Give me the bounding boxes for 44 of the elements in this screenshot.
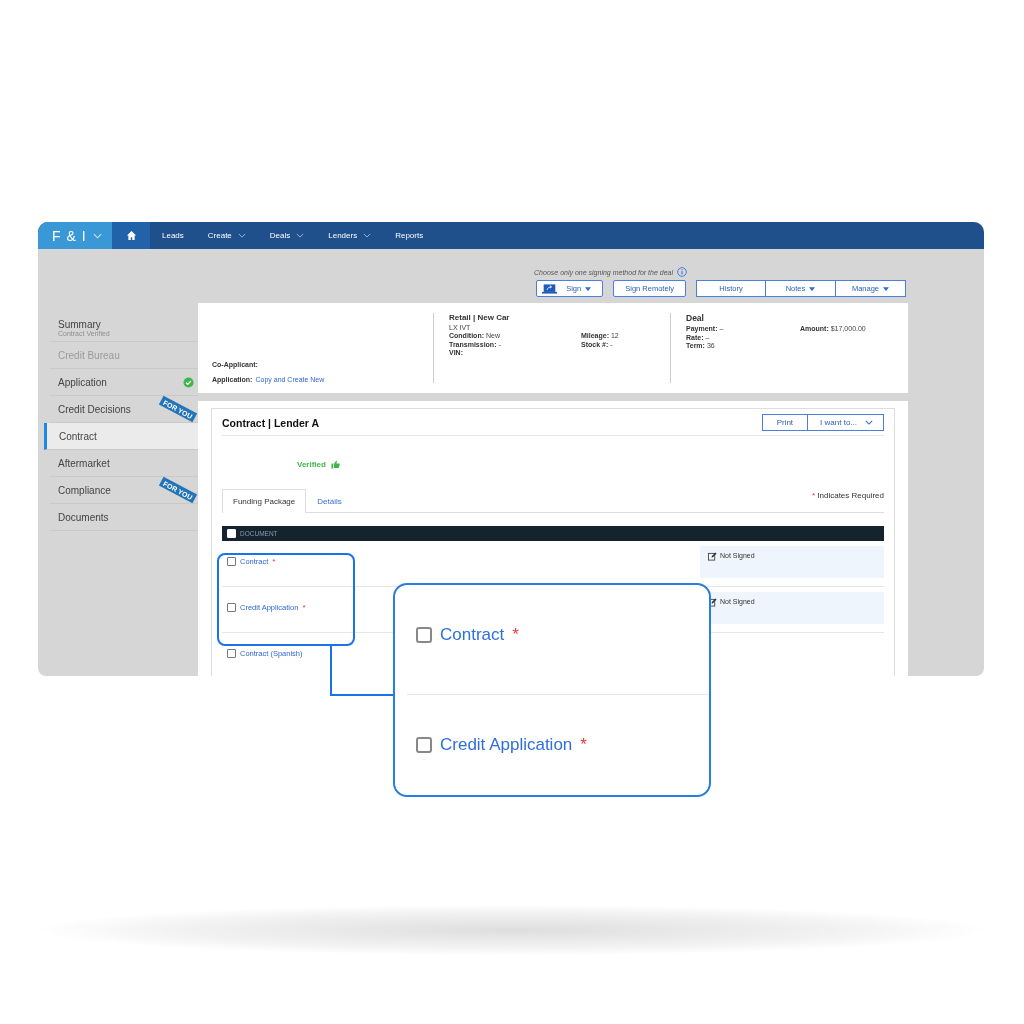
required-note: * Indicates Required xyxy=(811,491,884,502)
sidebar-item[interactable]: Contract xyxy=(44,423,198,450)
chevron-icon xyxy=(296,233,305,238)
caret-icon xyxy=(585,286,592,291)
chevron-icon xyxy=(237,233,246,238)
laptop-icon xyxy=(542,283,558,294)
required-mark: * xyxy=(302,602,306,612)
home-icon xyxy=(125,230,137,241)
thumbs-up-icon xyxy=(330,460,340,469)
check-circle-icon xyxy=(183,376,194,388)
document-link[interactable]: Credit Application xyxy=(440,734,573,755)
checkbox[interactable] xyxy=(416,627,432,644)
checkbox[interactable] xyxy=(416,736,432,753)
tab[interactable]: Details xyxy=(306,489,353,513)
row-checkbox[interactable] xyxy=(227,648,236,658)
tab[interactable]: Funding Package xyxy=(222,489,307,513)
verified-status: Verified xyxy=(297,460,326,469)
nav-menu-item[interactable]: Create xyxy=(195,222,258,249)
print-button[interactable]: Print xyxy=(761,414,809,431)
sidebar-item[interactable]: Application xyxy=(50,369,198,396)
document-link[interactable]: Contract xyxy=(440,625,505,646)
required-mark: * xyxy=(272,556,276,566)
required-mark: * xyxy=(580,734,587,755)
row-checkbox[interactable] xyxy=(227,556,236,566)
edit-icon xyxy=(708,552,717,561)
chevron-icon xyxy=(92,232,102,239)
nav-menu-item[interactable]: Leads xyxy=(150,222,196,249)
chevron-icon xyxy=(363,233,372,238)
nav-menu-item[interactable]: Lenders xyxy=(316,222,384,249)
caret-icon xyxy=(883,286,890,291)
info-icon xyxy=(677,267,687,277)
actions-dropdown[interactable]: I want to... xyxy=(808,414,884,431)
select-all-checkbox[interactable] xyxy=(227,529,236,538)
leader-line xyxy=(330,644,396,696)
row-checkbox[interactable] xyxy=(227,602,236,612)
chevron-icon xyxy=(865,420,873,425)
nav-menu-item[interactable]: Deals xyxy=(257,222,317,249)
home-button[interactable] xyxy=(112,222,150,249)
deal-title: Deal xyxy=(686,313,705,323)
contract-title: Contract | Lender A xyxy=(222,416,320,429)
vehicle-title: Retail | New Car xyxy=(449,313,511,322)
nav-menu-item[interactable]: Reports xyxy=(383,222,436,249)
required-mark: * xyxy=(512,625,519,646)
caret-icon xyxy=(809,286,816,291)
